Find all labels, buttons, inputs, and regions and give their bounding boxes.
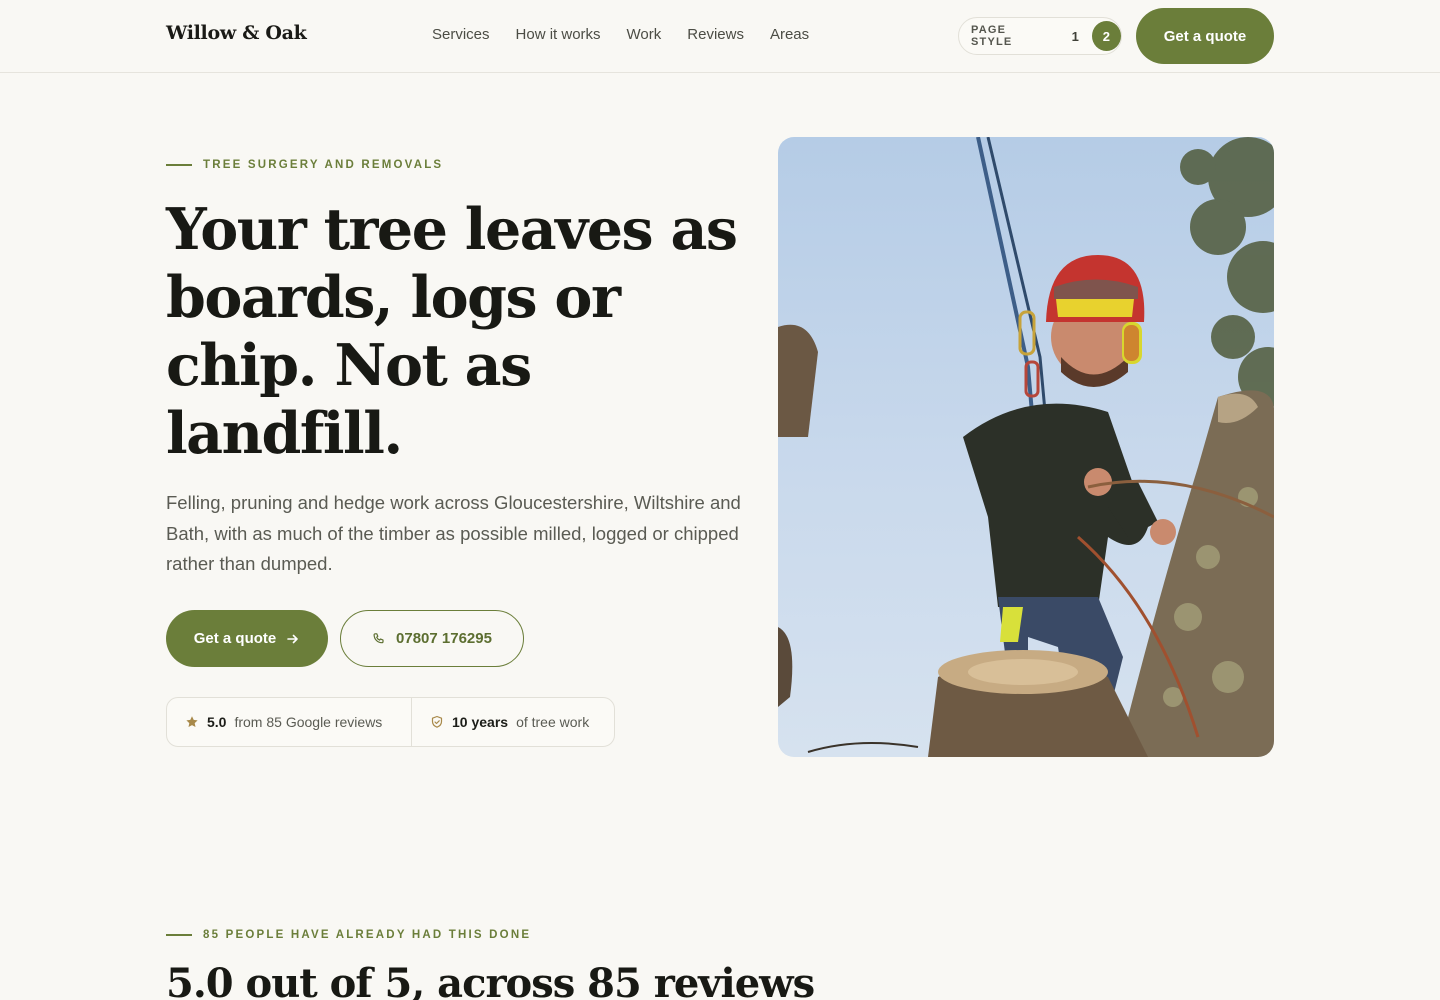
header-get-quote-button[interactable]: Get a quote xyxy=(1136,8,1274,64)
reviews-eyebrow-text: 85 PEOPLE HAVE ALREADY HAD THIS DONE xyxy=(203,929,532,941)
arborist-illustration xyxy=(778,137,1274,757)
phone-icon xyxy=(373,632,384,643)
hero-title: Your tree leaves as boards, logs or chip… xyxy=(166,196,738,467)
hero-eyebrow-text: TREE SURGERY AND REMOVALS xyxy=(203,159,444,171)
reviews-title: 5.0 out of 5, across 85 reviews xyxy=(166,960,815,1000)
hero-subtitle: Felling, pruning and hedge work across G… xyxy=(166,492,741,574)
rating-stat: 5.0 from 85 Google reviews xyxy=(167,698,412,746)
hero-get-quote-label: Get a quote xyxy=(193,630,277,647)
phone-button[interactable]: 07807 176295 xyxy=(340,610,524,667)
page-style-switch: PAGE STYLE 1 2 xyxy=(958,17,1122,55)
hero-get-quote-button[interactable]: Get a quote xyxy=(166,610,328,667)
logo[interactable]: Willow & Oak xyxy=(166,22,307,44)
eyebrow-rule xyxy=(166,164,192,166)
site-header: Willow & Oak Services How it works Work … xyxy=(0,0,1440,73)
hero-eyebrow: TREE SURGERY AND REMOVALS xyxy=(166,159,443,171)
star-icon xyxy=(186,716,198,727)
page-style-option-2[interactable]: 2 xyxy=(1091,21,1121,51)
years-stat: 10 years of tree work xyxy=(412,698,589,746)
trust-stats: 5.0 from 85 Google reviews 10 years of t… xyxy=(166,697,615,747)
phone-number: 07807 176295 xyxy=(396,630,492,647)
nav-services[interactable]: Services xyxy=(432,26,490,43)
rating-value: 5.0 xyxy=(207,714,227,730)
rating-text: from 85 Google reviews xyxy=(234,714,383,730)
page-style-option-1[interactable]: 1 xyxy=(1072,29,1079,44)
reviews-eyebrow: 85 PEOPLE HAVE ALREADY HAD THIS DONE xyxy=(166,929,531,941)
hero-photo-arborist xyxy=(778,137,1274,757)
nav-reviews[interactable]: Reviews xyxy=(687,26,744,43)
eyebrow-rule xyxy=(166,934,192,936)
page-style-label: PAGE STYLE xyxy=(971,24,1013,48)
main-nav: Services How it works Work Reviews Areas xyxy=(432,26,809,43)
years-value: 10 years xyxy=(452,714,509,730)
nav-how-it-works[interactable]: How it works xyxy=(516,26,601,43)
shield-check-icon xyxy=(431,715,443,728)
years-text: of tree work xyxy=(516,714,590,730)
nav-work[interactable]: Work xyxy=(627,26,662,43)
arrow-right-icon xyxy=(287,634,299,643)
nav-areas[interactable]: Areas xyxy=(770,26,809,43)
